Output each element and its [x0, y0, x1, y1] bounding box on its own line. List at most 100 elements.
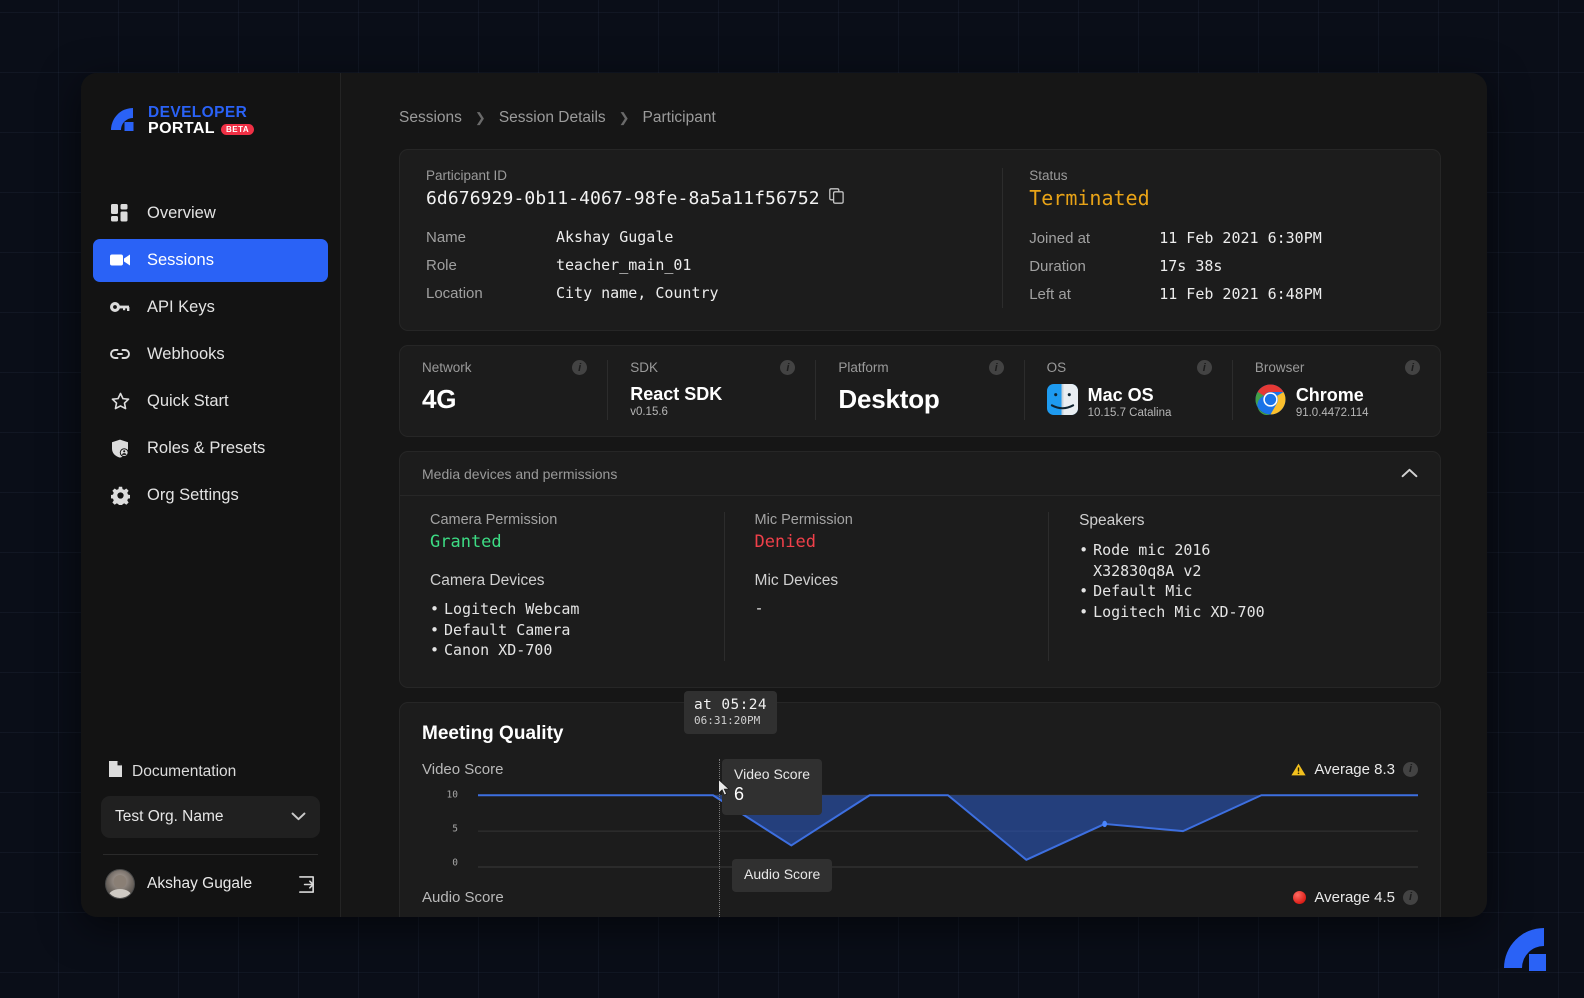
field-key: Left at	[1029, 286, 1159, 303]
tooltip-time-main: at 05:24	[694, 697, 767, 713]
sidebar-item-webhooks[interactable]: Webhooks	[93, 333, 328, 376]
sidebar-item-label: API Keys	[147, 298, 215, 317]
speakers-label: Speakers	[1079, 512, 1416, 530]
field-value: 17s 38s	[1159, 257, 1222, 275]
info-icon[interactable]: i	[780, 360, 795, 375]
user-name: Akshay Gugale	[147, 875, 285, 893]
breadcrumb-item-sessions[interactable]: Sessions	[399, 109, 462, 127]
sidebar-item-roles-presets[interactable]: Roles & Presets	[93, 427, 328, 470]
warning-triangle-icon	[1291, 763, 1306, 776]
status-badge: Terminated	[1029, 186, 1414, 210]
brand-logo[interactable]: DEVELOPER PORTAL BETA	[81, 73, 340, 138]
red-circle-icon	[1293, 891, 1306, 904]
field-value: teacher_main_01	[556, 256, 691, 274]
brand-line2: PORTAL BETA	[148, 121, 254, 137]
list-item: Default Mic	[1079, 581, 1416, 602]
list-item: Canon XD-700	[430, 640, 700, 661]
video-plot[interactable]	[478, 791, 1418, 867]
field-value: Akshay Gugale	[556, 228, 673, 246]
spec-subvalue: v0.15.6	[630, 406, 795, 418]
org-selector[interactable]: Test Org. Name	[101, 796, 320, 838]
chart-label: Audio Score	[422, 889, 504, 906]
chevron-down-icon	[291, 808, 306, 826]
sidebar-item-api-keys[interactable]: API Keys	[93, 286, 328, 329]
copy-icon[interactable]	[829, 188, 844, 209]
spec-header: Platform i	[838, 360, 1003, 375]
spec-platform: Platform i Desktop	[815, 360, 1023, 420]
spec-label: OS	[1047, 360, 1067, 375]
app-window: DEVELOPER PORTAL BETA Overview	[81, 73, 1487, 917]
tooltip-time-sub: 06:31:20PM	[694, 714, 767, 727]
field-row: Left at 11 Feb 2021 6:48PM	[1029, 280, 1414, 308]
field-key: Location	[426, 285, 556, 302]
sidebar-item-label: Roles & Presets	[147, 439, 265, 458]
brand-text: DEVELOPER PORTAL BETA	[148, 105, 254, 138]
audio-average-label: Average 4.5	[1314, 889, 1395, 906]
key-icon	[109, 300, 131, 314]
info-icon[interactable]: i	[1403, 890, 1418, 905]
participant-identity: Participant ID 6d676929-0b11-4067-98fe-8…	[400, 168, 1003, 308]
brand-line2-text: PORTAL	[148, 121, 215, 137]
camera-devices-label: Camera Devices	[430, 572, 700, 590]
video-chart-area[interactable]: 10 5 0	[422, 791, 1418, 867]
spec-label: SDK	[630, 360, 658, 375]
sidebar: DEVELOPER PORTAL BETA Overview	[81, 73, 341, 917]
camera-permission-label: Camera Permission	[430, 512, 700, 528]
field-row: Location City name, Country	[426, 279, 976, 307]
video-y-axis: 10 5 0	[422, 791, 458, 867]
page-title: Meeting Quality	[422, 723, 1418, 745]
participant-id-row: 6d676929-0b11-4067-98fe-8a5a11f56752	[426, 188, 976, 209]
media-devices-card: Media devices and permissions Camera Per…	[399, 451, 1441, 688]
spec-sdk: SDK i React SDK v0.15.6	[607, 360, 815, 420]
spec-header: OS i	[1047, 360, 1212, 375]
spec-value: 4G	[422, 384, 587, 415]
breadcrumb-item-participant[interactable]: Participant	[643, 109, 716, 127]
video-score-tooltip: Video Score 6	[722, 759, 822, 815]
sidebar-item-sessions[interactable]: Sessions	[93, 239, 328, 282]
media-card-header: Media devices and permissions	[400, 452, 1440, 496]
spec-value-group: React SDK v0.15.6	[630, 384, 795, 418]
sidebar-item-label: Org Settings	[147, 486, 239, 505]
tooltip-label: Audio Score	[744, 866, 820, 882]
info-icon[interactable]: i	[572, 360, 587, 375]
tooltip-value: 6	[734, 784, 810, 805]
chrome-icon	[1255, 384, 1286, 420]
list-item: Rode mic 2016	[1079, 540, 1416, 561]
spec-label: Browser	[1255, 360, 1305, 375]
video-average-label: Average 8.3	[1314, 761, 1395, 778]
participant-status: Status Terminated Joined at 11 Feb 2021 …	[1003, 168, 1440, 308]
spec-value: Mac OS	[1088, 385, 1172, 406]
user-row[interactable]: Akshay Gugale	[101, 855, 320, 899]
link-icon	[109, 348, 131, 360]
info-icon[interactable]: i	[1403, 762, 1418, 777]
sidebar-footer: Documentation Test Org. Name Akshay Guga…	[81, 755, 340, 917]
mouse-cursor-icon	[718, 779, 730, 801]
sidebar-item-overview[interactable]: Overview	[93, 192, 328, 235]
audio-score-chart: Audio Score Average 4.5 i 10 5 0	[422, 889, 1418, 917]
mic-permission-label: Mic Permission	[755, 512, 1025, 528]
meeting-quality-card: Meeting Quality Video Score Average	[399, 702, 1441, 917]
media-card-title: Media devices and permissions	[422, 466, 617, 482]
field-value: City name, Country	[556, 284, 719, 302]
camera-column: Camera Permission Granted Camera Devices…	[400, 512, 724, 661]
documentation-link[interactable]: Documentation	[101, 755, 320, 796]
beta-badge: BETA	[221, 124, 254, 136]
tooltip-label: Video Score	[734, 766, 810, 782]
chevron-up-icon[interactable]	[1401, 465, 1418, 483]
breadcrumb-item-session-details[interactable]: Session Details	[499, 109, 606, 127]
sidebar-item-org-settings[interactable]: Org Settings	[93, 474, 328, 517]
shield-user-icon	[109, 439, 131, 458]
camera-permission-value: Granted	[430, 532, 700, 552]
participant-card: Participant ID 6d676929-0b11-4067-98fe-8…	[399, 149, 1441, 331]
spec-header: Network i	[422, 360, 587, 375]
logout-icon[interactable]	[297, 875, 316, 894]
chart-label: Video Score	[422, 761, 503, 778]
info-icon[interactable]: i	[1197, 360, 1212, 375]
spec-value-group: Chrome 91.0.4472.114	[1255, 384, 1420, 420]
spec-browser-text: Chrome 91.0.4472.114	[1296, 385, 1369, 419]
grid-icon	[109, 204, 131, 222]
sidebar-item-quick-start[interactable]: Quick Start	[93, 380, 328, 423]
info-icon[interactable]: i	[1405, 360, 1420, 375]
info-icon[interactable]: i	[989, 360, 1004, 375]
document-icon	[109, 761, 122, 782]
